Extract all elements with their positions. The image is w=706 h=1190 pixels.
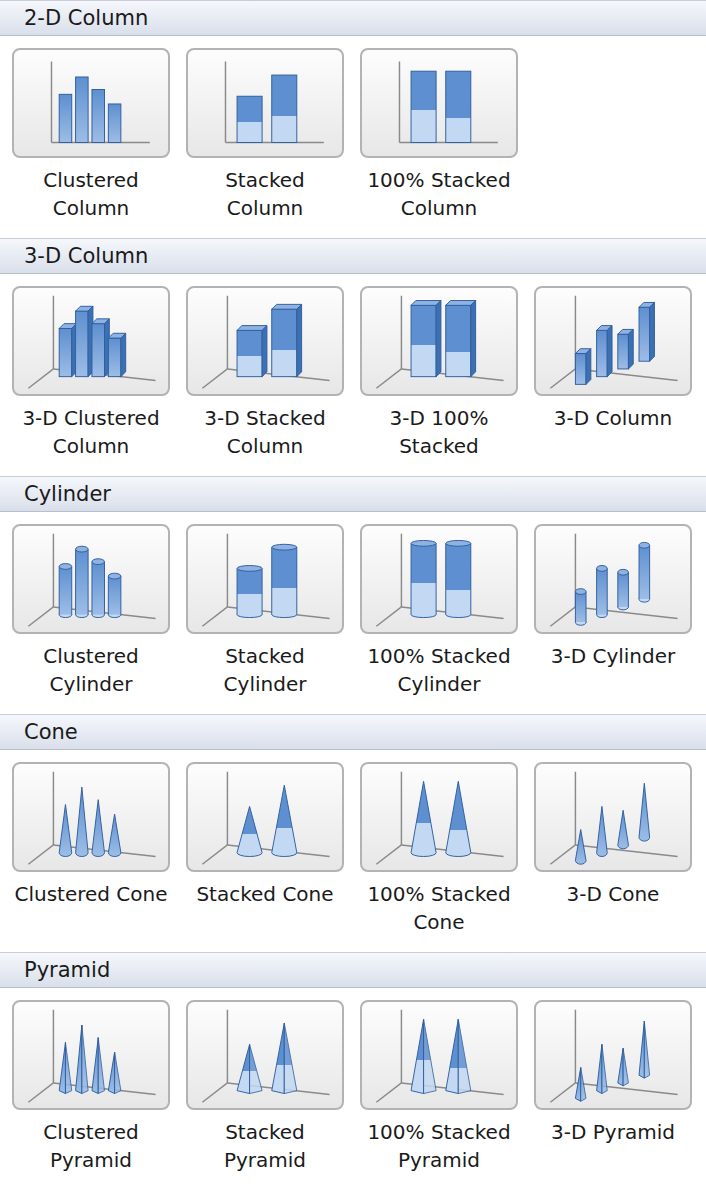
chart-tile[interactable] bbox=[186, 524, 344, 634]
chart-type-option[interactable]: 3-D 100% Stacked bbox=[359, 286, 519, 460]
chart-tile[interactable] bbox=[186, 286, 344, 396]
chart-type-label[interactable]: Clustered Cylinder bbox=[11, 642, 171, 698]
chart-row: Clustered Pyramid Stacked Pyramid 100% S… bbox=[0, 988, 706, 1174]
chart-section: 3-D Column 3-D Clustered Column 3-D Stac… bbox=[0, 238, 706, 476]
box-chart-icon bbox=[188, 288, 342, 394]
chart-tile[interactable] bbox=[534, 1000, 692, 1110]
chart-tile[interactable] bbox=[360, 286, 518, 396]
chart-type-label[interactable]: 100% Stacked Column bbox=[359, 166, 519, 222]
cylinder-chart-icon bbox=[536, 526, 690, 632]
chart-type-option[interactable]: Clustered Pyramid bbox=[11, 1000, 171, 1174]
section-header: Cylinder bbox=[0, 476, 706, 512]
chart-tile[interactable] bbox=[360, 1000, 518, 1110]
box-chart-icon bbox=[14, 288, 168, 394]
chart-gallery: 2-D Column Clustered Column Stacked Colu… bbox=[0, 0, 706, 1190]
section-title: 3-D Column bbox=[24, 243, 148, 269]
chart-tile[interactable] bbox=[186, 48, 344, 158]
chart-type-label[interactable]: Stacked Pyramid bbox=[185, 1118, 345, 1174]
chart-type-label[interactable]: 100% Stacked Cylinder bbox=[359, 642, 519, 698]
section-title: Pyramid bbox=[24, 957, 110, 983]
chart-type-option[interactable]: Clustered Cone bbox=[11, 762, 171, 936]
chart-tile[interactable] bbox=[12, 762, 170, 872]
section-title: 2-D Column bbox=[24, 5, 148, 31]
chart-type-label[interactable]: 3-D Column bbox=[533, 404, 693, 460]
chart-row: Clustered Cone Stacked Cone 100% Stacked… bbox=[0, 750, 706, 936]
chart-type-option[interactable]: 100% Stacked Cone bbox=[359, 762, 519, 936]
section-title: Cylinder bbox=[24, 481, 111, 507]
box-chart-icon bbox=[536, 288, 690, 394]
chart-type-label[interactable]: Stacked Cone bbox=[185, 880, 345, 936]
chart-section: Cone Clustered Cone Stacked Cone 100% St… bbox=[0, 714, 706, 952]
cone-chart-icon bbox=[362, 764, 516, 870]
chart-tile[interactable] bbox=[534, 762, 692, 872]
cone-chart-icon bbox=[14, 764, 168, 870]
flat-chart-icon bbox=[362, 50, 516, 156]
chart-type-option[interactable]: Stacked Cone bbox=[185, 762, 345, 936]
chart-type-label[interactable]: Clustered Cone bbox=[11, 880, 171, 936]
chart-type-label[interactable]: 3-D Cylinder bbox=[533, 642, 693, 698]
chart-section: 2-D Column Clustered Column Stacked Colu… bbox=[0, 0, 706, 238]
chart-tile[interactable] bbox=[12, 286, 170, 396]
chart-tile[interactable] bbox=[360, 48, 518, 158]
pyramid-chart-icon bbox=[14, 1002, 168, 1108]
chart-tile[interactable] bbox=[360, 524, 518, 634]
chart-type-option[interactable]: 3-D Clustered Column bbox=[11, 286, 171, 460]
chart-type-label[interactable]: Stacked Cylinder bbox=[185, 642, 345, 698]
section-header: Pyramid bbox=[0, 952, 706, 988]
flat-chart-icon bbox=[14, 50, 168, 156]
chart-type-label[interactable]: 100% Stacked Pyramid bbox=[359, 1118, 519, 1174]
chart-type-option[interactable]: 3-D Stacked Column bbox=[185, 286, 345, 460]
chart-tile[interactable] bbox=[12, 524, 170, 634]
section-header: 3-D Column bbox=[0, 238, 706, 274]
chart-type-label[interactable]: 100% Stacked Cone bbox=[359, 880, 519, 936]
cylinder-chart-icon bbox=[188, 526, 342, 632]
chart-type-label[interactable]: 3-D Clustered Column bbox=[11, 404, 171, 460]
chart-type-option[interactable]: 3-D Pyramid bbox=[533, 1000, 693, 1174]
chart-type-label[interactable]: 3-D Cone bbox=[533, 880, 693, 936]
chart-type-label[interactable]: 3-D Pyramid bbox=[533, 1118, 693, 1174]
chart-type-option[interactable]: 100% Stacked Pyramid bbox=[359, 1000, 519, 1174]
chart-tile[interactable] bbox=[12, 1000, 170, 1110]
pyramid-chart-icon bbox=[536, 1002, 690, 1108]
chart-type-option[interactable]: Clustered Column bbox=[11, 48, 171, 222]
section-title: Cone bbox=[24, 719, 78, 745]
cylinder-chart-icon bbox=[362, 526, 516, 632]
chart-type-option[interactable]: 3-D Cone bbox=[533, 762, 693, 936]
section-header: 2-D Column bbox=[0, 0, 706, 36]
pyramid-chart-icon bbox=[188, 1002, 342, 1108]
chart-tile[interactable] bbox=[186, 1000, 344, 1110]
chart-type-option[interactable]: 3-D Column bbox=[533, 286, 693, 460]
chart-type-option[interactable]: Stacked Column bbox=[185, 48, 345, 222]
chart-type-option[interactable]: Stacked Pyramid bbox=[185, 1000, 345, 1174]
chart-tile[interactable] bbox=[534, 524, 692, 634]
cone-chart-icon bbox=[188, 764, 342, 870]
chart-type-option[interactable]: 100% Stacked Column bbox=[359, 48, 519, 222]
chart-type-label[interactable]: Stacked Column bbox=[185, 166, 345, 222]
chart-section: Cylinder Clustered Cylinder Stacked Cyli… bbox=[0, 476, 706, 714]
pyramid-chart-icon bbox=[362, 1002, 516, 1108]
section-header: Cone bbox=[0, 714, 706, 750]
chart-type-label[interactable]: Clustered Column bbox=[11, 166, 171, 222]
chart-tile[interactable] bbox=[360, 762, 518, 872]
cone-chart-icon bbox=[536, 764, 690, 870]
chart-type-option[interactable]: Clustered Cylinder bbox=[11, 524, 171, 698]
chart-type-label[interactable]: 3-D 100% Stacked bbox=[359, 404, 519, 460]
chart-type-label[interactable]: Clustered Pyramid bbox=[11, 1118, 171, 1174]
flat-chart-icon bbox=[188, 50, 342, 156]
chart-row: Clustered Column Stacked Column 100% Sta… bbox=[0, 36, 706, 222]
chart-type-option[interactable]: 100% Stacked Cylinder bbox=[359, 524, 519, 698]
chart-row: Clustered Cylinder Stacked Cylinder 100%… bbox=[0, 512, 706, 698]
chart-row: 3-D Clustered Column 3-D Stacked Column … bbox=[0, 274, 706, 460]
chart-tile[interactable] bbox=[186, 762, 344, 872]
chart-tile[interactable] bbox=[534, 286, 692, 396]
chart-section: Pyramid Clustered Pyramid Stacked Pyrami… bbox=[0, 952, 706, 1190]
chart-tile[interactable] bbox=[12, 48, 170, 158]
cylinder-chart-icon bbox=[14, 526, 168, 632]
box-chart-icon bbox=[362, 288, 516, 394]
chart-type-label[interactable]: 3-D Stacked Column bbox=[185, 404, 345, 460]
chart-type-option[interactable]: Stacked Cylinder bbox=[185, 524, 345, 698]
chart-type-option[interactable]: 3-D Cylinder bbox=[533, 524, 693, 698]
